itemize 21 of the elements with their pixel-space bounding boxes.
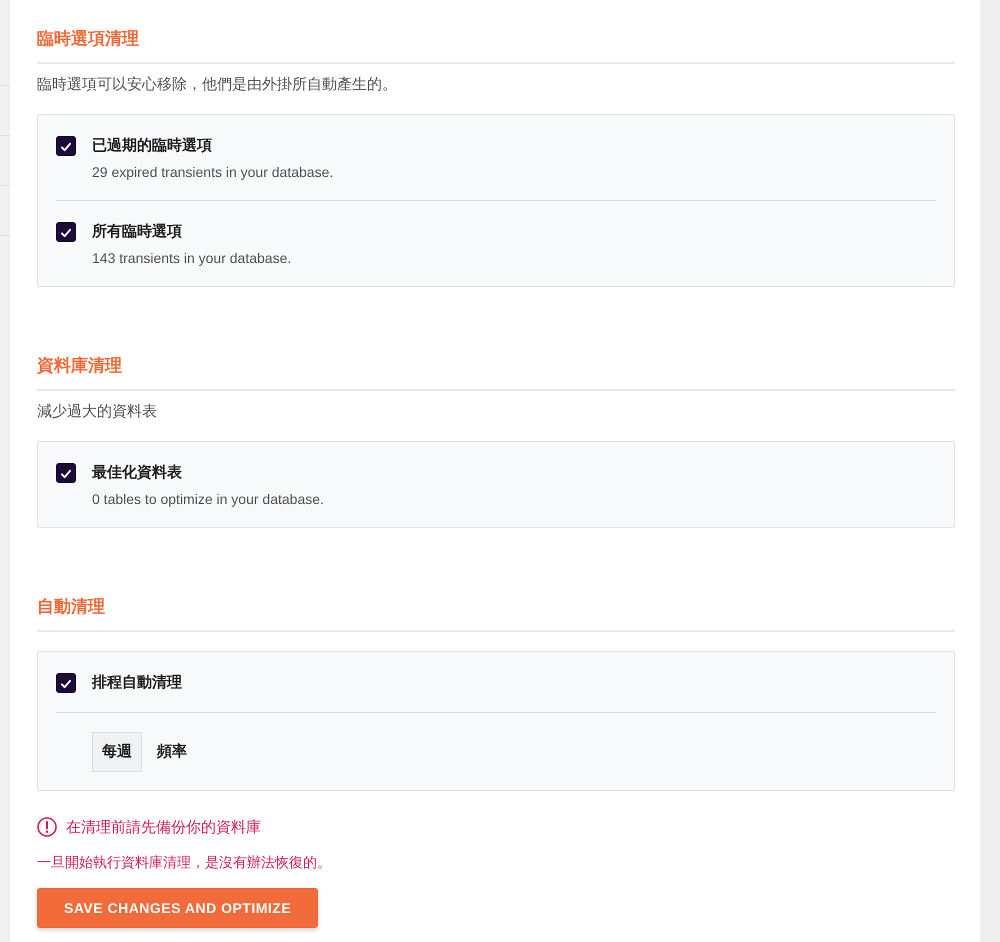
option-label: 所有臨時選項 xyxy=(92,222,183,242)
option-detail: 29 expired transients in your database. xyxy=(92,163,334,181)
section-description: 臨時選項可以安心移除，他們是由外掛所自動產生的。 xyxy=(37,75,398,95)
section-title: 自動清理 xyxy=(37,596,106,618)
option-label: 排程自動清理 xyxy=(92,673,182,693)
checkbox[interactable] xyxy=(56,463,76,483)
option-label: 已過期的臨時選項 xyxy=(92,136,213,156)
frequency-label: 頻率 xyxy=(157,742,187,762)
alert-icon xyxy=(37,817,57,837)
option-detail: 143 transients in your database. xyxy=(92,249,292,267)
warning-text: 一旦開始執行資料庫清理，是沒有辦法恢復的。 xyxy=(37,854,332,872)
section-title: 臨時選項清理 xyxy=(37,28,140,50)
section-description: 減少過大的資料表 xyxy=(37,402,158,422)
checkbox[interactable] xyxy=(56,673,76,693)
frequency-select[interactable]: 每週 xyxy=(92,732,142,772)
option-label: 最佳化資料表 xyxy=(92,463,183,483)
checkbox[interactable] xyxy=(56,136,76,156)
section-title: 資料庫清理 xyxy=(37,355,123,377)
checkbox[interactable] xyxy=(56,222,76,242)
option-detail: 0 tables to optimize in your database. xyxy=(92,490,324,508)
warning-title: 在清理前請先備份你的資料庫 xyxy=(66,818,261,836)
